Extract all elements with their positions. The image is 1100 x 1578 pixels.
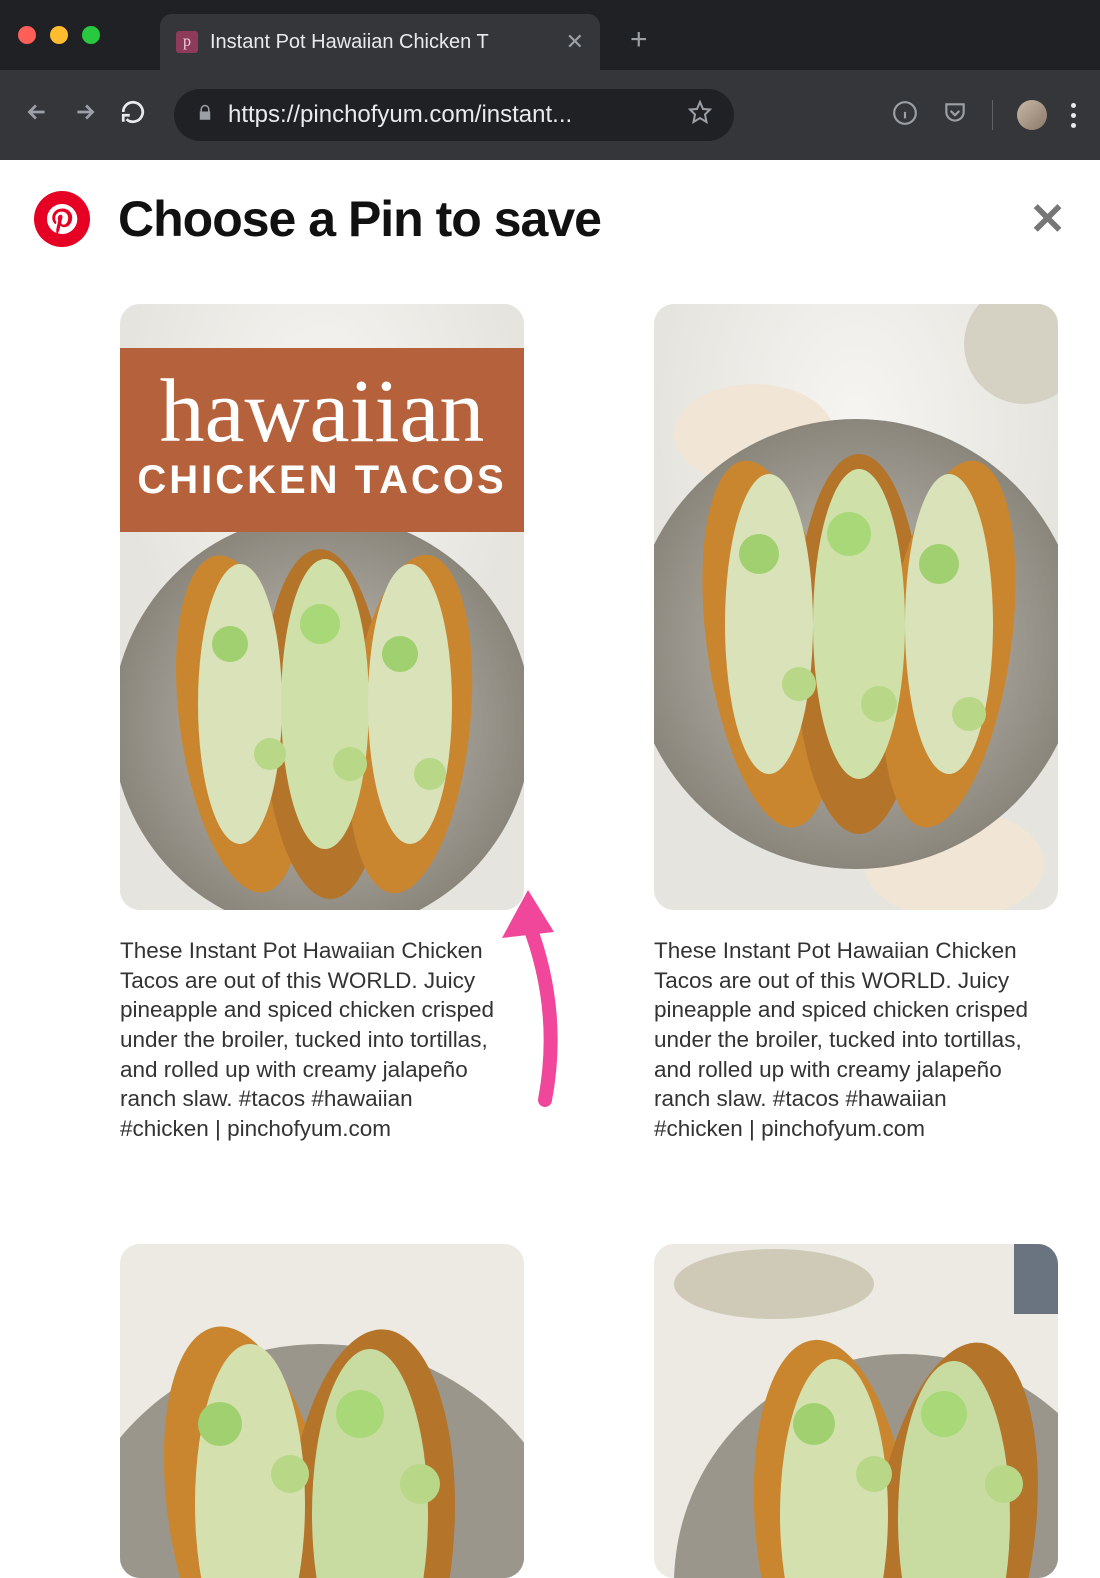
browser-chrome: p Instant Pot Hawaiian Chicken T ✕ + htt… — [0, 0, 1100, 160]
browser-menu-button[interactable] — [1071, 103, 1076, 128]
pin-image — [654, 304, 1058, 910]
browser-tab[interactable]: p Instant Pot Hawaiian Chicken T ✕ — [160, 14, 600, 70]
overlay-line1: hawaiian — [160, 371, 485, 452]
tab-title: Instant Pot Hawaiian Chicken T — [210, 31, 489, 54]
pinterest-header: Choose a Pin to save ✕ — [34, 190, 1066, 248]
pocket-icon[interactable] — [942, 100, 968, 131]
tab-close-icon[interactable]: ✕ — [566, 29, 584, 55]
pin-image: hawaiian CHICKEN TACOS — [120, 304, 524, 910]
lock-icon — [196, 104, 214, 127]
profile-avatar[interactable] — [1017, 100, 1047, 130]
pin-card[interactable] — [654, 1244, 1058, 1578]
pin-card[interactable]: These Instant Pot Hawaiian Chicken Tacos… — [654, 304, 1058, 1144]
pin-image — [654, 1244, 1058, 1578]
reload-button[interactable] — [120, 99, 146, 132]
bookmark-star-icon[interactable] — [688, 100, 712, 131]
page-title: Choose a Pin to save — [118, 190, 601, 248]
pin-image-text-overlay: hawaiian CHICKEN TACOS — [120, 348, 524, 532]
new-tab-button[interactable]: + — [630, 23, 648, 57]
pin-description: These Instant Pot Hawaiian Chicken Tacos… — [120, 936, 500, 1144]
info-icon[interactable] — [892, 100, 918, 131]
pin-image — [120, 1244, 524, 1578]
url-bar[interactable]: https://pinchofyum.com/instant... — [174, 89, 734, 141]
toolbar-separator — [992, 100, 993, 130]
window-close-button[interactable] — [18, 26, 36, 44]
back-button[interactable] — [24, 99, 50, 132]
tab-favicon: p — [176, 31, 198, 53]
pin-description: These Instant Pot Hawaiian Chicken Tacos… — [654, 936, 1034, 1144]
browser-toolbar: https://pinchofyum.com/instant... — [0, 70, 1100, 160]
window-traffic-lights — [18, 26, 100, 44]
pinterest-logo-icon — [34, 191, 90, 247]
forward-button[interactable] — [72, 99, 98, 132]
window-minimize-button[interactable] — [50, 26, 68, 44]
url-text: https://pinchofyum.com/instant... — [228, 101, 572, 129]
pin-card[interactable] — [120, 1244, 524, 1578]
window-maximize-button[interactable] — [82, 26, 100, 44]
overlay-line2: CHICKEN TACOS — [137, 458, 506, 503]
page-content: Choose a Pin to save ✕ — [0, 160, 1100, 1578]
pin-card[interactable]: hawaiian CHICKEN TACOS These Instant Pot… — [120, 304, 524, 1144]
tab-bar: p Instant Pot Hawaiian Chicken T ✕ + — [0, 0, 1100, 70]
pin-grid: hawaiian CHICKEN TACOS These Instant Pot… — [34, 304, 1066, 1578]
close-button[interactable]: ✕ — [1029, 194, 1066, 245]
